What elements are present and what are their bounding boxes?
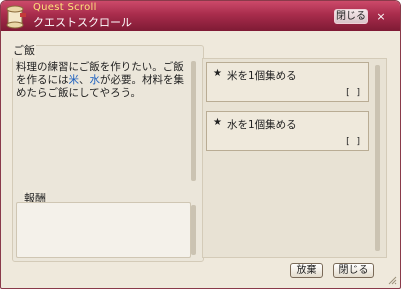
- objective-item: ★ 水を1個集める [ ]: [206, 111, 369, 151]
- quest-description: 料理の練習にご飯を作りたい。ご飯を作るには米、水が必要。材料を集めたらご飯にして…: [16, 61, 188, 100]
- abandon-button[interactable]: 放棄: [290, 263, 323, 278]
- quest-scroll-window: Quest Scroll クエストスクロール 閉じる × ご飯 料理の練習にご飯…: [0, 0, 401, 289]
- star-icon: ★: [213, 117, 222, 128]
- close-icon[interactable]: ×: [374, 10, 388, 23]
- star-icon: ★: [213, 68, 222, 79]
- reward-scrollbar[interactable]: [191, 205, 196, 255]
- titlebar-close-button[interactable]: 閉じる: [334, 9, 368, 24]
- resize-handle-icon[interactable]: [388, 276, 397, 285]
- scroll-icon: [6, 5, 26, 29]
- objective-progress: [ ]: [346, 137, 362, 147]
- reward-box: [16, 202, 191, 258]
- objective-progress: [ ]: [346, 88, 362, 98]
- item-link-rice[interactable]: 米: [69, 74, 80, 86]
- titlebar[interactable]: Quest Scroll クエストスクロール 閉じる ×: [1, 1, 400, 31]
- objective-label: 米を1個集める: [227, 70, 297, 82]
- window-title-en: Quest Scroll: [33, 2, 97, 13]
- quest-name: ご飯: [12, 42, 36, 58]
- item-link-water[interactable]: 水: [90, 74, 101, 86]
- objective-label: 水を1個集める: [227, 119, 297, 131]
- description-scrollbar[interactable]: [191, 61, 196, 181]
- window-title-jp: クエストスクロール: [33, 16, 132, 29]
- objective-item: ★ 米を1個集める [ ]: [206, 62, 369, 102]
- desc-text-2: 、: [79, 74, 90, 86]
- objectives-scrollbar[interactable]: [375, 65, 380, 251]
- close-button[interactable]: 閉じる: [333, 263, 374, 278]
